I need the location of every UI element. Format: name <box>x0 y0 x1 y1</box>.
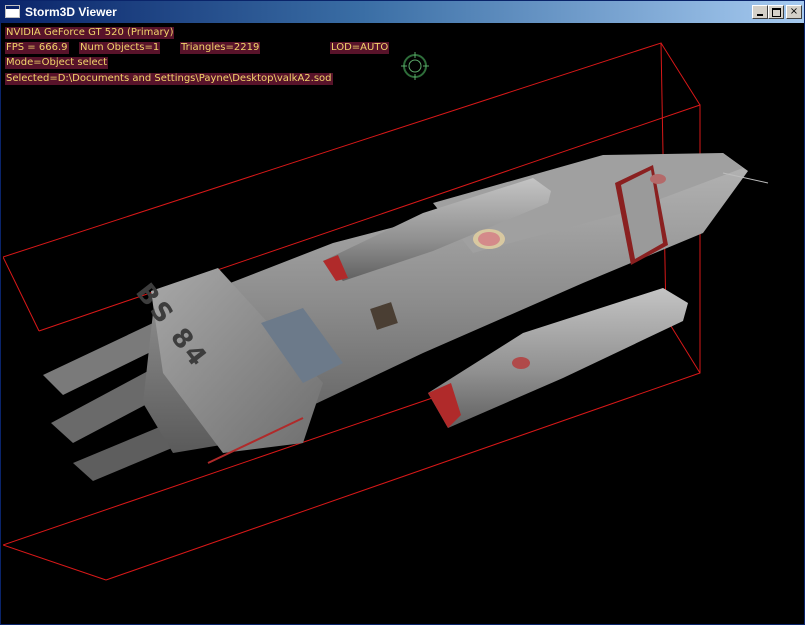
title-bar[interactable]: Storm3D Viewer × <box>1 1 804 23</box>
hud-mode: Mode=Object select <box>5 57 109 69</box>
hud-adapter: NVIDIA GeForce GT 520 (Primary) <box>5 27 175 39</box>
3d-viewport[interactable]: BS 84 NVIDIA GeForce GT 520 (Primary) FP… <box>3 23 802 622</box>
bbox-edge <box>3 544 107 581</box>
roundel-inner <box>478 232 500 246</box>
hud-fps: FPS = 666.9 <box>5 42 69 54</box>
hud-lod: LOD=AUTO <box>330 42 390 54</box>
app-window-icon[interactable] <box>5 5 20 18</box>
roundel-upper <box>650 174 666 184</box>
hud-selected-file: Selected=D:\Documents and Settings\Payne… <box>5 73 333 85</box>
minimize-button[interactable] <box>752 5 768 19</box>
storm3d-viewer-window: Storm3D Viewer × BS 84 NVIDIA GeForce GT… <box>0 0 805 625</box>
bbox-edge <box>660 42 701 106</box>
hud-num-objects: Num Objects=1 <box>79 42 161 54</box>
target-reticle-icon <box>401 52 429 80</box>
roundel-lower <box>512 357 530 369</box>
close-button[interactable]: × <box>786 5 802 19</box>
hud-triangles: Triangles=2219 <box>180 42 261 54</box>
bbox-edge <box>3 256 40 332</box>
window-title: Storm3D Viewer <box>25 5 117 19</box>
maximize-button[interactable] <box>768 5 784 19</box>
scene-canvas <box>3 42 769 581</box>
